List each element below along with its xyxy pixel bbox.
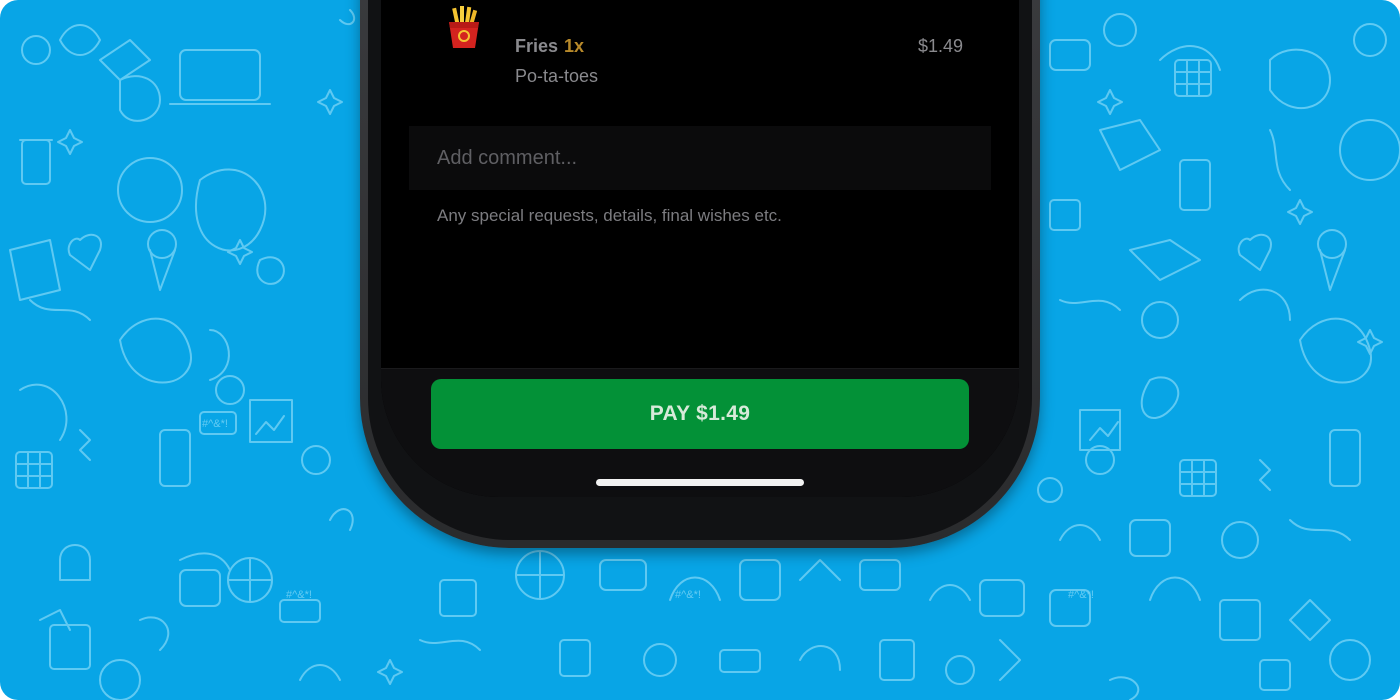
item-description: Po-ta-toes — [515, 66, 599, 86]
bubble-text-left: #^&*! — [202, 418, 228, 430]
pay-button[interactable]: PAY $1.49 — [431, 379, 969, 449]
phone-screen: Fries1x Po-ta-toes $1.49 Any special req… — [381, 0, 1019, 497]
order-item-row — [409, 0, 991, 110]
item-price: $1.49 — [917, 36, 963, 56]
item-name-text: Fries — [515, 36, 559, 56]
bubble-text-left-bottom: #^&*! — [286, 589, 312, 601]
item-name: Fries 1x — [515, 36, 584, 57]
item-quantity: 1x — [564, 36, 585, 56]
comment-hint: Any special requests, details, final wis… — [437, 206, 782, 225]
bubble-text-right: #^&*! — [1068, 589, 1094, 601]
comment-box[interactable] — [409, 126, 991, 190]
app-background: #^&*! #^&*! #^&*! #^&*! Fries 1x Po-ta-to… — [0, 0, 1400, 700]
fries-icon — [449, 6, 479, 48]
bubble-text-center: #^&*! — [675, 589, 701, 601]
comment-input[interactable] — [437, 126, 977, 190]
home-indicator[interactable] — [596, 479, 804, 486]
